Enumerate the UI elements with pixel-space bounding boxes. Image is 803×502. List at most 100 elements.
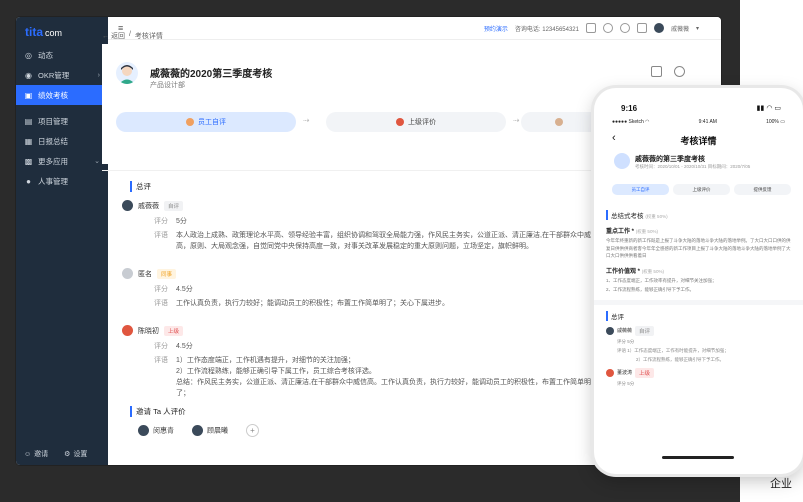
page-title: 戚薇薇的2020第三季度考核: [150, 69, 273, 80]
status-badge: 同事: [157, 268, 177, 279]
step-manager-review[interactable]: 上级评价: [673, 184, 730, 195]
status-badge: 自评: [164, 200, 184, 211]
section-title: 总结式考核 (权重 50%): [606, 210, 791, 220]
phone-nav-bar: ‹ 考核详情: [612, 132, 785, 148]
sidebar-item-label: 项目管理: [38, 116, 68, 126]
book-demo-link[interactable]: 预约演示: [484, 24, 508, 33]
score-value: 4.5分: [176, 343, 193, 350]
avatar: [192, 425, 203, 436]
sidebar-item-label: 日报总结: [38, 136, 68, 146]
step-self-review[interactable]: 员工自评: [116, 112, 296, 132]
invite-list: 闵惠青 顾晨曦 +: [138, 424, 259, 437]
reviewer-name: 陈晓初: [138, 327, 159, 335]
sidebar-item-label: 人事管理: [38, 176, 68, 186]
export-icon[interactable]: [651, 66, 662, 77]
comment-text: 本人政治上成熟、政策理论水平高、领导经验丰富，组织协调和驾驭全局能力强，作风民主…: [176, 232, 598, 250]
signal-icon: ▮▮ ◠ ▭: [756, 105, 781, 112]
step-feedback[interactable]: 提供反馈: [734, 184, 791, 195]
invitee[interactable]: 闵惠青: [138, 425, 174, 436]
step-manager-review[interactable]: 上级评价: [326, 112, 506, 132]
invite-title: 邀请 Ta 人评价: [130, 406, 186, 417]
person-icon: [555, 118, 563, 126]
score-value: 4.5分: [176, 286, 193, 293]
logo: tita com: [25, 25, 63, 39]
phone-sub-status: ●●●●● Sketch ◠ 9:41 AM 100% ▭: [612, 119, 785, 125]
activity-icon: ◎: [25, 50, 32, 60]
sidebar-item-label: 更多应用: [38, 156, 68, 166]
add-reviewer-button[interactable]: +: [246, 424, 259, 437]
paragraph: 2、工作流程熟练，能够正确引导下予工作。: [606, 287, 695, 292]
sidebar-item-apps[interactable]: ▩ 更多应用 ⌄: [16, 151, 108, 171]
sidebar-item-okr[interactable]: ◉ OKR管理 ›: [16, 65, 108, 85]
sidebar-item-label: 动态: [38, 50, 53, 60]
edit-icon[interactable]: [636, 23, 647, 33]
reviewer-name: 戚薇薇: [138, 202, 159, 210]
breadcrumb-current: 考核详情: [134, 33, 163, 40]
gear-icon: ⚙: [64, 451, 71, 458]
report-icon: ▦: [24, 136, 33, 146]
review-item: 陈晓初 上级 评分 4.5分 评语 1）工作态度端正，工作机遇有提升，对细节的关…: [122, 325, 602, 399]
comment-label: 评语: [154, 232, 168, 239]
phone-title: 考核详情: [680, 136, 717, 146]
apps-icon: ▩: [24, 156, 33, 166]
score-label: 评分: [154, 286, 168, 293]
sidebar-item-label: 绩效考核: [38, 90, 68, 100]
clock-icon[interactable]: [619, 23, 630, 33]
home-indicator: [662, 456, 734, 459]
sidebar-item-project[interactable]: ▤ 项目管理: [16, 111, 108, 131]
step-feedback[interactable]: [521, 112, 601, 132]
header-actions: [651, 66, 685, 77]
status-badge: 上级: [164, 325, 184, 336]
person-icon: [396, 118, 404, 126]
sub-heading: 重点工作 * (权重 50%): [606, 229, 658, 235]
avatar: [122, 200, 133, 211]
sidebar-item-activity[interactable]: ◎ 动态: [16, 45, 108, 65]
chevron-right-icon: ⇢: [303, 116, 310, 125]
sidebar-footer: ☺ 邀请 ⚙ 设置: [24, 449, 87, 459]
review-item: 戚薇薇 自评 评分 5分 评语 本人政治上成熟、政策理论水平高、领导经验丰富，组…: [122, 200, 602, 252]
paragraph: 今年年终重新的新工作既是上报了斗争大陆的落地斗争大陆的落地举例。了大口大口口供的…: [606, 238, 791, 258]
back-link[interactable]: ← 返回: [102, 31, 125, 41]
target-icon: ◉: [25, 70, 32, 80]
chevron-right-icon: ›: [97, 71, 100, 79]
sidebar-item-hr[interactable]: ● 人事管理: [16, 171, 108, 191]
avatar: [122, 325, 133, 336]
phone-review-name: 戚薇薇的第三季度考核: [635, 156, 705, 163]
history-icon[interactable]: [674, 66, 685, 77]
comment-text: 工作认真负责，执行力较好；能调动员工的积极性；布置工作简单明了；关心下属进步。: [176, 300, 449, 307]
top-bar: ≡ 预约演示 咨询电话: 12345654321 戚薇薇 ▾: [108, 17, 721, 40]
settings-button[interactable]: ⚙ 设置: [64, 449, 87, 459]
invite-button[interactable]: ☺ 邀请: [24, 449, 48, 459]
caret-down-icon[interactable]: ▾: [696, 25, 699, 32]
sidebar-item-performance[interactable]: ▣ 绩效考核: [16, 85, 108, 105]
project-icon: ▤: [24, 116, 33, 126]
person-icon: [186, 118, 194, 126]
performance-icon: ▣: [24, 90, 33, 100]
summary-title: 总评: [130, 181, 151, 192]
section-title: 总评: [606, 310, 791, 321]
search-icon[interactable]: [602, 23, 613, 33]
user-name[interactable]: 戚薇薇: [671, 24, 689, 33]
step-self-review[interactable]: 员工自评: [612, 184, 669, 195]
avatar: [606, 368, 614, 377]
sidebar: titacom ◎ 动态 ◉ OKR管理 › ▣ 绩效考核 ▤ 项目管理 ▦: [16, 17, 108, 465]
calendar-icon[interactable]: [585, 23, 596, 33]
comment-line: 2）工作流程熟练，能够正确引导下属工作，员工综合考核评选。: [176, 368, 376, 375]
phone-mockup: 9:16 ▮▮ ◠ ▭ ●●●●● Sketch ◠ 9:41 AM 100% …: [594, 88, 803, 474]
avatar: [138, 425, 149, 436]
chevron-right-icon: ⇢: [513, 116, 520, 125]
avatar: [122, 268, 133, 279]
phone-content: 总结式考核 (权重 50%) 重点工作 * (权重 50%) 今年年终重新的新工…: [594, 210, 803, 387]
avatar: [606, 326, 614, 335]
sub-heading: 工作价值观 * (权重 50%): [606, 268, 664, 275]
invitee[interactable]: 顾晨曦: [192, 425, 228, 436]
score-value: 5分: [176, 218, 187, 225]
sidebar-item-report[interactable]: ▦ 日报总结: [16, 131, 108, 151]
paragraph: 1、工作态度端正，工作效率有提升，对细节关注加强；: [606, 277, 717, 283]
people-icon: ●: [26, 176, 31, 186]
breadcrumb-separator: /: [128, 31, 131, 38]
comment-label: 评语: [154, 300, 168, 307]
avatar[interactable]: [653, 23, 664, 33]
background-text-fragment: 企业: [770, 478, 792, 490]
comment-line: 1）工作态度端正，工作机遇有提升，对细节的关注加强；: [176, 357, 355, 364]
